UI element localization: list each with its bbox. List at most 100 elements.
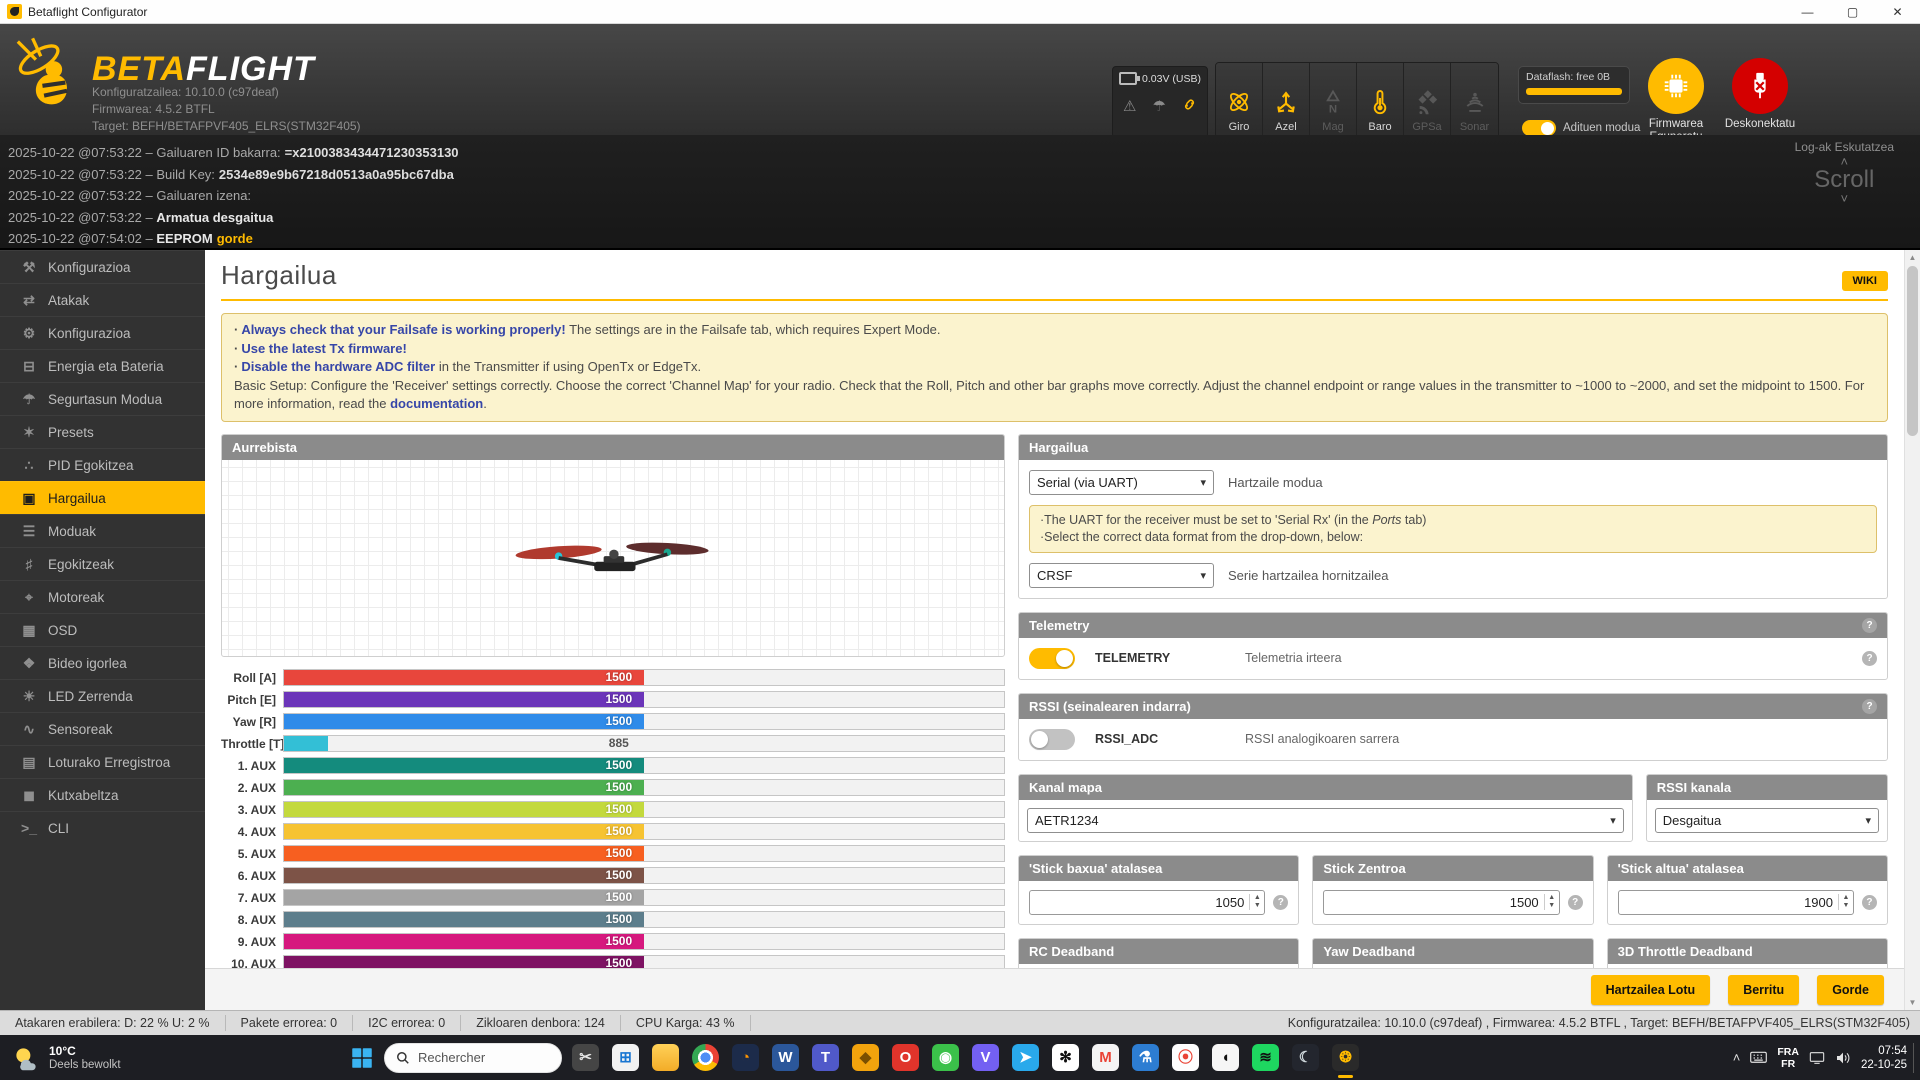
firmware-flasher-button[interactable]: FirmwareaEguneratu [1638, 58, 1714, 144]
sensors-icon: ∿ [17, 721, 41, 738]
weather-icon [12, 1044, 40, 1072]
taskbar-app-office-app[interactable]: ◆ [852, 1044, 879, 1071]
taskbar-app-telegram[interactable]: ➤ [1012, 1044, 1039, 1071]
taskbar-app-night-light[interactable]: ☾ [1292, 1044, 1319, 1071]
taskbar-app-betaflight-configurator[interactable]: ❂ [1332, 1044, 1359, 1071]
bind-receiver-button[interactable]: Hartzailea Lotu [1591, 975, 1711, 1005]
log-entry: 2025-10-22 @07:54:02 – EEPROMgorde [8, 228, 459, 250]
sidebar-item-led-zerrenda[interactable]: ☀LED Zerrenda [0, 679, 205, 712]
touch-keyboard-icon[interactable] [1750, 1051, 1767, 1065]
number-input[interactable]: 1500▲▼ [1323, 890, 1559, 915]
taskbar-app-purple-app[interactable]: V [972, 1044, 999, 1071]
taskbar-app-teams[interactable]: T [812, 1044, 839, 1071]
help-icon[interactable]: ? [1273, 895, 1288, 910]
chip-icon [1661, 71, 1691, 101]
sidebar-item-osd[interactable]: ▦OSD [0, 613, 205, 646]
start-button[interactable] [348, 1044, 376, 1072]
sidebar-item-konfigurazioa[interactable]: ⚙Konfigurazioa [0, 316, 205, 349]
log-scroll-control[interactable]: ˄ Scroll ˅ [1795, 156, 1894, 204]
sidebar-item-egokitzeak[interactable]: ♯Egokitzeak [0, 547, 205, 580]
taskbar-app-maps[interactable]: ⦿ [1172, 1044, 1199, 1071]
save-button[interactable]: Gorde [1817, 975, 1884, 1005]
refresh-button[interactable]: Berritu [1728, 975, 1799, 1005]
sidebar-item-bideo-igorlea[interactable]: ❖Bideo igorlea [0, 646, 205, 679]
sidebar-item-hargailua[interactable]: ▣Hargailua [0, 481, 205, 514]
help-icon[interactable]: ? [1862, 651, 1877, 666]
display-cast-icon[interactable] [1809, 1051, 1825, 1065]
adc-filter-link[interactable]: Disable the hardware ADC filter [241, 359, 435, 374]
taskbar-clock[interactable]: 07:54 22-10-25 [1861, 1044, 1907, 1072]
language-indicator[interactable]: FRA FR [1777, 1046, 1799, 1070]
wiki-button[interactable]: WIKI [1842, 271, 1888, 291]
channel-value: 1500 [605, 846, 632, 861]
taskbar-app-snipping-tool[interactable]: ✂ [572, 1044, 599, 1071]
taskbar-app-whatsapp[interactable]: ◉ [932, 1044, 959, 1071]
help-icon[interactable]: ? [1862, 699, 1877, 714]
tray-chevron-up-icon[interactable]: ˄ [1733, 1050, 1741, 1065]
taskbar-app-opera[interactable]: O [892, 1044, 919, 1071]
sidebar-item-presets[interactable]: ✶Presets [0, 415, 205, 448]
sidebar-item-loturako-erregistroa[interactable]: ▤Loturako Erregistroa [0, 745, 205, 778]
help-icon[interactable]: ? [1862, 895, 1877, 910]
spinner-arrows[interactable]: ▲▼ [1544, 894, 1559, 910]
serial-protocol-select[interactable]: CRSF▾ [1029, 563, 1214, 588]
sidebar-item-moduak[interactable]: ☰Moduak [0, 514, 205, 547]
sidebar-item-pid-egokitzea[interactable]: ∴PID Egokitzea [0, 448, 205, 481]
rssi-adc-toggle[interactable] [1029, 729, 1075, 750]
sidebar-item-segurtasun-modua[interactable]: ☂Segurtasun Modua [0, 382, 205, 415]
gear-icon: ⚙ [17, 325, 41, 342]
taskbar-app-word[interactable]: W [772, 1044, 799, 1071]
content-scrollbar[interactable]: ▲ ▼ [1904, 250, 1920, 1010]
expert-mode-toggle[interactable] [1522, 120, 1556, 136]
taskbar-app-firefox[interactable]: ◔ [732, 1044, 759, 1071]
disconnect-button[interactable]: Deskonektatu [1722, 58, 1798, 131]
show-desktop-button[interactable] [1913, 1043, 1916, 1073]
hide-log-link[interactable]: Log-ak Eskutatzea [1795, 140, 1894, 154]
number-input[interactable]: 1050▲▼ [1029, 890, 1265, 915]
channel-label: Roll [A] [221, 671, 283, 685]
chevron-down-icon[interactable]: ˅ [1795, 193, 1894, 204]
receiver-mode-select[interactable]: Serial (via UART)▾ [1029, 470, 1214, 495]
sidebar-item-konfigurazioa[interactable]: ⚒Konfigurazioa [0, 250, 205, 283]
taskbar-app-chrome[interactable] [692, 1044, 719, 1071]
number-input[interactable]: 1900▲▼ [1618, 890, 1854, 915]
taskbar-app-github[interactable]: ◖ [1212, 1044, 1239, 1071]
channel-row: 9. AUX1500 [221, 931, 1005, 953]
channel-map-select[interactable]: AETR1234▾ [1027, 808, 1624, 833]
taskbar-app-gmail[interactable]: M [1092, 1044, 1119, 1071]
sidebar-item-atakak[interactable]: ⇄Atakak [0, 283, 205, 316]
sidebar-item-kutxabeltza[interactable]: ◼Kutxabeltza [0, 778, 205, 811]
telemetry-toggle[interactable] [1029, 648, 1075, 669]
taskbar-app-spotify[interactable]: ≋ [1252, 1044, 1279, 1071]
close-button[interactable]: ✕ [1875, 0, 1920, 23]
sidebar-item-motoreak[interactable]: ⌖Motoreak [0, 580, 205, 613]
spinner-arrows[interactable]: ▲▼ [1838, 894, 1853, 910]
scroll-down-arrow[interactable]: ▼ [1905, 995, 1920, 1010]
scroll-up-arrow[interactable]: ▲ [1905, 250, 1920, 265]
maximize-button[interactable]: ▢ [1830, 0, 1875, 23]
help-icon[interactable]: ? [1568, 895, 1583, 910]
documentation-link[interactable]: documentation [390, 396, 483, 411]
sidebar-item-energia-eta-bateria[interactable]: ⊟Energia eta Bateria [0, 349, 205, 382]
minimize-button[interactable]: — [1785, 0, 1830, 23]
led-icon: ☀ [17, 688, 41, 705]
log-entry: 2025-10-22 @07:53:22 – Build Key:2534e89… [8, 164, 459, 186]
sidebar-item-label: Hargailua [48, 491, 106, 506]
scrollbar-thumb[interactable] [1907, 266, 1918, 436]
taskbar-app-file-explorer[interactable] [652, 1044, 679, 1071]
failsafe-note-link[interactable]: Always check that your Failsafe is worki… [241, 322, 565, 337]
help-icon[interactable]: ? [1862, 618, 1877, 633]
rssi-channel-select[interactable]: Desgaitua▾ [1655, 808, 1879, 833]
sidebar-item-cli[interactable]: >_CLI [0, 811, 205, 844]
channel-value: 1500 [605, 670, 632, 685]
taskbar-weather-widget[interactable]: 10°C Deels bewolkt [0, 1044, 300, 1072]
taskbar-app-chatgpt[interactable]: ✻ [1052, 1044, 1079, 1071]
taskbar-search[interactable]: Rechercher [384, 1043, 562, 1073]
taskbar-app-microsoft-store[interactable]: ⊞ [612, 1044, 639, 1071]
uart-note: ·The UART for the receiver must be set t… [1029, 505, 1877, 553]
volume-icon[interactable] [1835, 1051, 1851, 1065]
taskbar-app-paint[interactable]: ⚗ [1132, 1044, 1159, 1071]
sidebar-item-sensoreak[interactable]: ∿Sensoreak [0, 712, 205, 745]
status-right-text: Konfiguratzailea: 10.10.0 (c97deaf) , Fi… [1288, 1016, 1920, 1030]
spinner-arrows[interactable]: ▲▼ [1249, 894, 1264, 910]
